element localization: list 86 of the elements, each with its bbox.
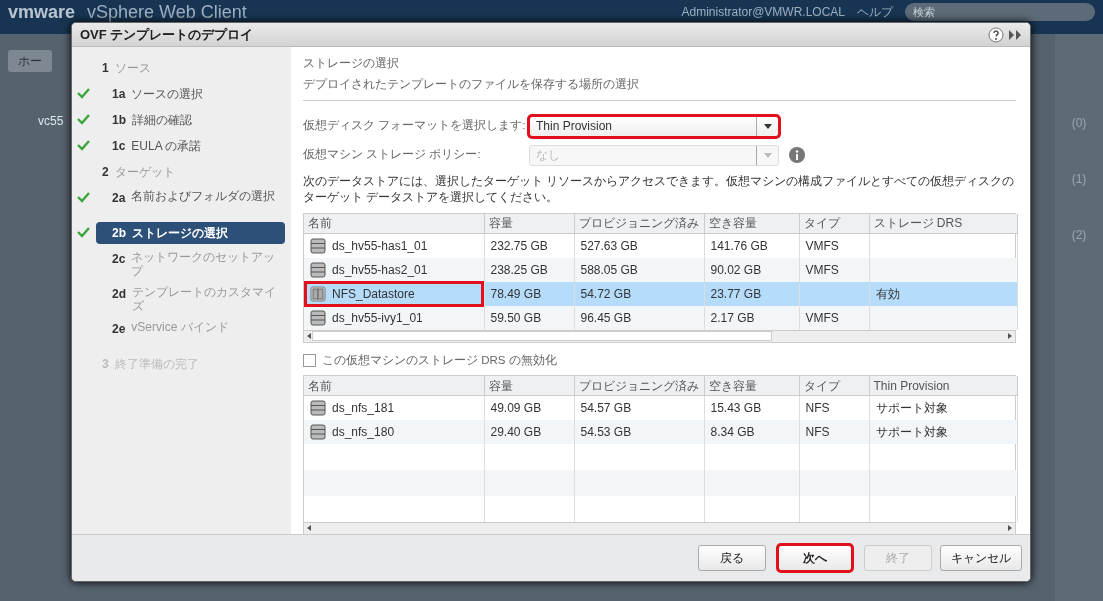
column-header[interactable]: 空き容量 xyxy=(704,375,799,396)
column-header[interactable]: 容量 xyxy=(484,213,574,234)
table-cell: VMFS xyxy=(805,238,839,253)
table-cell: 54.57 GB xyxy=(580,401,632,415)
wizard-step[interactable]: 2 ターゲット xyxy=(96,161,285,183)
table-cell[interactable]: ds_nfs_181 xyxy=(332,399,395,417)
checkbox-label[interactable]: この仮想マシンのストレージ DRS の無効化 xyxy=(322,351,557,369)
user-name[interactable]: Administrator@VMWR.LOCAL xyxy=(681,3,845,21)
caret-icon xyxy=(762,151,773,159)
count-label: (0) xyxy=(1071,115,1087,132)
help-menu[interactable]: ヘルプ xyxy=(857,3,893,21)
table-cell: VMFS xyxy=(805,310,839,325)
column-header[interactable]: 名前 xyxy=(304,213,484,234)
column-header[interactable]: 容量 xyxy=(484,375,574,396)
column-header[interactable]: 名前 xyxy=(304,375,484,396)
table-cell: 29.40 GB xyxy=(490,424,542,439)
column-header[interactable]: タイプ xyxy=(799,213,869,234)
count-label: (2) xyxy=(1071,227,1087,244)
count-label: (1) xyxy=(1071,171,1087,188)
column-header[interactable]: タイプ xyxy=(799,375,869,396)
table-cell: NFS xyxy=(805,424,830,439)
field-label: 仮想マシン ストレージ ポリシー: xyxy=(303,147,482,163)
wizard-step[interactable]: 2a 名前およびフォルダの選択 xyxy=(96,187,285,209)
column-header[interactable]: プロビジョニング済み xyxy=(574,375,704,396)
dialog-button[interactable]: キャンセル xyxy=(940,545,1022,571)
table-cell: 527.63 GB xyxy=(580,238,638,253)
database-icon xyxy=(310,423,326,440)
table-cell: サポート対象 xyxy=(875,401,948,415)
column-header[interactable]: ストレージ DRS xyxy=(869,213,1017,234)
dialog-button[interactable]: 戻る xyxy=(698,545,766,571)
scroll-right-icon[interactable] xyxy=(1007,332,1013,340)
database-icon xyxy=(310,261,326,278)
table-cell: 54.53 GB xyxy=(580,424,632,439)
wizard-step[interactable]: 1a ソースの選択 xyxy=(96,83,285,105)
wizard-step[interactable]: 2b ストレージの選択 xyxy=(96,222,285,244)
table-cell: 78.49 GB xyxy=(490,286,542,301)
dialog-title: OVF テンプレートのデプロイ xyxy=(80,25,254,44)
home-tab[interactable]: ホー xyxy=(8,50,52,72)
table-cell: 15.43 GB xyxy=(710,401,762,415)
database-icon xyxy=(310,237,326,254)
wizard-step[interactable]: 1c EULA の承諾 xyxy=(96,135,285,157)
section-title: ストレージの選択 xyxy=(303,56,400,71)
logo: vmware xyxy=(8,3,76,21)
scroll-left-icon[interactable] xyxy=(306,524,312,533)
column-header[interactable]: プロビジョニング済み xyxy=(574,213,704,234)
table-cell: 232.75 GB xyxy=(490,238,548,253)
database-icon xyxy=(310,400,326,416)
caret-icon xyxy=(762,122,773,130)
table-cell: 588.05 GB xyxy=(580,262,638,277)
table-cell: 90.02 GB xyxy=(710,262,762,277)
table-cell: NFS xyxy=(805,401,830,415)
field-label: 仮想ディスク フォーマットを選択します: xyxy=(303,118,527,134)
datastore-cluster-icon xyxy=(310,285,326,302)
checkbox[interactable] xyxy=(303,353,316,367)
section-subtitle: デプロイされたテンプレートのファイルを保存する場所の選択 xyxy=(303,76,1016,101)
scroll-right-icon[interactable] xyxy=(1007,524,1013,533)
table-cell[interactable]: ds_hv55-has1_01 xyxy=(332,236,428,255)
table-cell: 有効 xyxy=(875,286,900,301)
help-icon[interactable] xyxy=(988,26,1004,43)
search-field[interactable]: 検索 xyxy=(905,3,1095,21)
database-icon xyxy=(310,309,326,326)
table-cell: 23.77 GB xyxy=(710,286,762,301)
table-cell: 8.34 GB xyxy=(710,424,755,439)
wizard-step[interactable]: 1 ソース xyxy=(96,57,285,79)
table-cell: 59.50 GB xyxy=(490,310,542,325)
table-cell: 49.09 GB xyxy=(490,401,542,415)
column-header[interactable]: Thin Provision xyxy=(869,375,1017,396)
column-header[interactable]: 空き容量 xyxy=(704,213,799,234)
table-cell: 96.45 GB xyxy=(580,310,632,325)
table-cell: 141.76 GB xyxy=(710,238,768,253)
horizontal-scrollbar[interactable] xyxy=(304,521,1015,534)
wizard-step[interactable]: 2d テンプレートのカスタマイズ xyxy=(96,283,285,315)
tree-item[interactable]: vc55 xyxy=(38,114,64,128)
table-cell: 2.17 GB xyxy=(710,310,755,325)
table-cell: 54.72 GB xyxy=(580,286,632,301)
description-text: 次のデータストアには、選択したターゲット リソースからアクセスできます。仮想マシンの構成ファイルとすべての仮想ディスクのターゲット データストアを選択してください。 xyxy=(303,173,1016,205)
dialog-button[interactable]: 次へ xyxy=(778,545,852,571)
product-name: vSphere Web Client xyxy=(87,3,247,21)
expand-icon[interactable] xyxy=(1008,27,1022,42)
table-cell: VMFS xyxy=(805,262,839,277)
wizard-step[interactable]: 1b 詳細の確認 xyxy=(96,109,285,131)
dropdown[interactable]: Thin Provision xyxy=(529,115,779,137)
table-cell: サポート対象 xyxy=(875,424,948,439)
table-cell: 238.25 GB xyxy=(490,262,548,277)
wizard-step[interactable]: 2c ネットワークのセットアップ xyxy=(96,248,285,280)
wizard-step[interactable]: 2e vService バインド xyxy=(96,318,285,340)
